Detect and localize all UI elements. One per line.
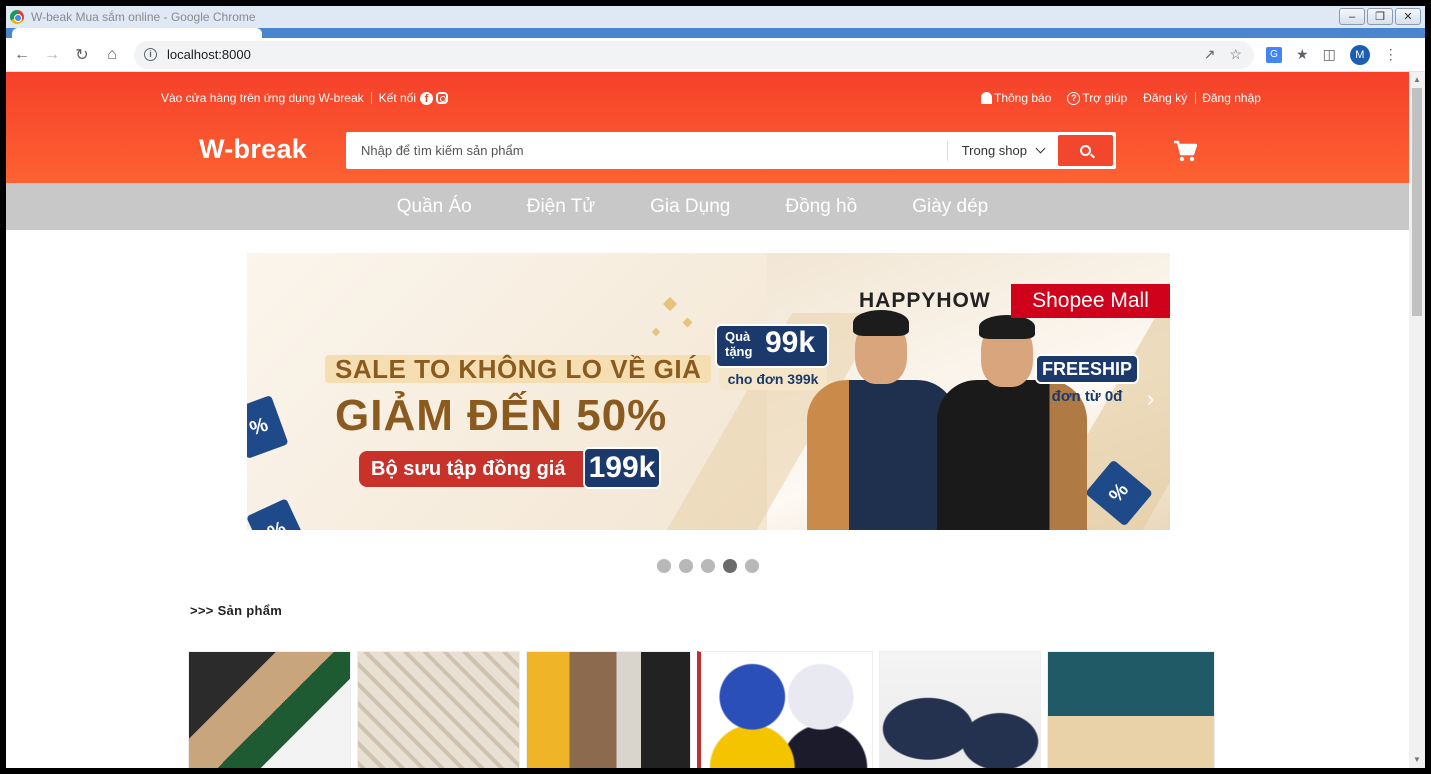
male-model-image <box>937 315 1087 530</box>
minimize-button[interactable]: – <box>1339 8 1365 25</box>
carousel-dot[interactable] <box>657 559 671 573</box>
close-window-button[interactable]: ✕ <box>1395 8 1421 25</box>
help-label: Trợ giúp <box>1082 91 1128 105</box>
page-viewport: Vào cửa hàng trên ứng dụng W-break Kết n… <box>6 72 1409 768</box>
promo-banner[interactable]: % % % SALE TO KHÔNG LO VỀ GIÁ GIẢM ĐẾN 5… <box>247 253 1170 530</box>
notifications-label: Thông báo <box>994 91 1052 105</box>
product-grid <box>188 651 1215 768</box>
carousel-dots <box>657 559 759 573</box>
category-clothes[interactable]: Quần Áo <box>397 196 472 218</box>
address-bar[interactable]: i localhost:8000 ↗ ☆ <box>134 40 1254 69</box>
category-electronics[interactable]: Điện Tử <box>527 196 595 218</box>
site-info-icon[interactable]: i <box>144 48 157 61</box>
freeship-badge: FREESHIP đơn từ 0đ <box>1035 354 1141 410</box>
login-link[interactable]: Đăng nhập <box>1202 91 1261 105</box>
translate-extension-icon[interactable]: G <box>1266 46 1282 63</box>
carousel-dot[interactable] <box>679 559 693 573</box>
side-panel-icon[interactable]: ◫ <box>1323 46 1336 63</box>
page-scrollbar[interactable]: ▲ ▼ <box>1409 72 1425 768</box>
bell-icon <box>981 92 992 104</box>
extensions-puzzle-icon[interactable]: ★ <box>1296 46 1309 63</box>
freeship-label: FREESHIP <box>1035 354 1139 384</box>
category-household[interactable]: Gia Dụng <box>650 196 730 218</box>
window-title: W-beak Mua sắm online - Google Chrome <box>31 10 256 24</box>
title-bar: W-beak Mua sắm online - Google Chrome – … <box>6 6 1425 28</box>
register-link[interactable]: Đăng ký <box>1143 91 1187 105</box>
product-card[interactable] <box>697 651 873 768</box>
active-tab[interactable] <box>12 28 262 38</box>
carousel-dot[interactable] <box>745 559 759 573</box>
url-text[interactable]: localhost:8000 <box>167 47 251 62</box>
window-controls: – ❐ ✕ <box>1339 8 1421 25</box>
collection-label: Bộ sưu tập đồng giá <box>359 451 595 487</box>
carousel-dot-active[interactable] <box>723 559 737 573</box>
browser-menu-icon[interactable]: ⋮ <box>1384 46 1398 63</box>
bookmark-star-icon[interactable]: ☆ <box>1229 46 1242 63</box>
brand-logo: HAPPYHOW <box>859 289 991 312</box>
sale-headline: SALE TO KHÔNG LO VỀ GIÁ <box>325 354 712 384</box>
back-arrow-icon[interactable]: ← <box>8 41 36 69</box>
search-scope-select[interactable]: Trong shop <box>946 140 1058 161</box>
divider <box>1195 92 1197 104</box>
product-card[interactable] <box>526 651 691 768</box>
help-link[interactable]: ? Trợ giúp <box>1067 91 1127 105</box>
scroll-down-icon[interactable]: ▼ <box>1409 752 1425 768</box>
product-card[interactable] <box>357 651 520 768</box>
download-app-link[interactable]: Vào cửa hàng trên ứng dụng W-break <box>161 91 364 105</box>
carousel-dot[interactable] <box>701 559 715 573</box>
category-watches[interactable]: Đồng hồ <box>785 196 857 218</box>
products-section-title: >>> Sản phẩm <box>190 603 283 618</box>
tab-strip <box>6 28 1425 38</box>
cart-icon[interactable] <box>1173 140 1198 167</box>
chevron-down-icon <box>1035 143 1046 154</box>
home-icon[interactable]: ⌂ <box>98 41 126 69</box>
site-logo[interactable]: W-break <box>199 134 307 165</box>
instagram-icon[interactable] <box>436 92 448 104</box>
share-icon[interactable]: ↗ <box>1204 46 1216 63</box>
male-model-image <box>807 310 957 530</box>
divider <box>370 92 372 104</box>
connect-label: Kết nối <box>378 91 416 105</box>
header-topbar-left: Vào cửa hàng trên ứng dụng W-break Kết n… <box>161 91 448 105</box>
header-topbar-right: Thông báo ? Trợ giúp Đăng ký Đăng nhập <box>981 91 1261 105</box>
facebook-icon[interactable]: f <box>420 91 433 105</box>
profile-avatar[interactable]: M <box>1349 44 1370 65</box>
collection-price: 199k <box>583 447 661 489</box>
notifications-link[interactable]: Thông báo <box>981 91 1051 105</box>
freeship-condition: đơn từ 0đ <box>1051 387 1123 405</box>
restore-button[interactable]: ❐ <box>1367 8 1393 25</box>
reload-icon[interactable]: ↻ <box>68 41 96 69</box>
carousel-next-icon[interactable]: › <box>1147 386 1154 412</box>
search-button[interactable] <box>1058 135 1113 166</box>
scroll-up-icon[interactable]: ▲ <box>1409 72 1425 88</box>
gift-label: Quà tặng <box>725 329 753 359</box>
help-icon: ? <box>1067 91 1081 105</box>
shopee-mall-badge: Shopee Mall <box>1011 284 1170 318</box>
category-nav: Quần Áo Điện Tử Gia Dụng Đồng hồ Giày dé… <box>6 183 1409 230</box>
browser-window: W-beak Mua sắm online - Google Chrome – … <box>6 6 1425 768</box>
product-card[interactable] <box>188 651 351 768</box>
forward-arrow-icon[interactable]: → <box>38 41 66 69</box>
chrome-icon <box>10 10 24 24</box>
search-input[interactable] <box>346 132 947 169</box>
product-card[interactable] <box>1047 651 1215 768</box>
search-icon <box>1080 145 1091 156</box>
discount-headline: GIẢM ĐẾN 50% <box>335 391 668 440</box>
search-scope-label: Trong shop <box>961 143 1027 158</box>
browser-toolbar: ← → ↻ ⌂ i localhost:8000 ↗ ☆ G ★ ◫ M ⋮ <box>6 38 1425 72</box>
product-card[interactable] <box>879 651 1041 768</box>
scroll-thumb[interactable] <box>1412 88 1422 316</box>
site-header: Vào cửa hàng trên ứng dụng W-break Kết n… <box>6 72 1409 183</box>
search-bar: Trong shop <box>346 132 1116 169</box>
category-shoes[interactable]: Giày dép <box>912 196 988 218</box>
